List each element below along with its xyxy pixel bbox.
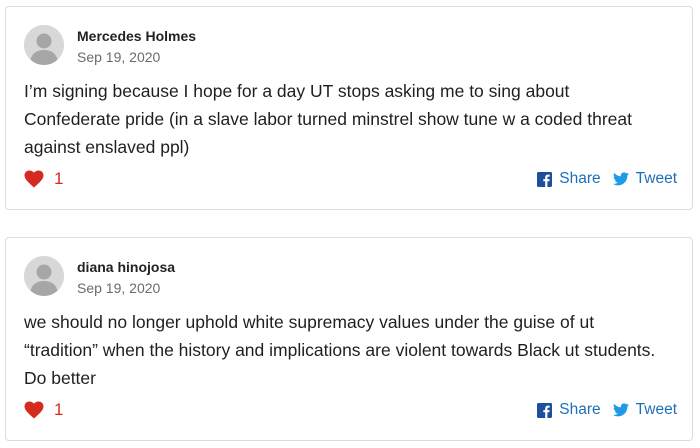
facebook-share-button[interactable]: Share: [537, 401, 601, 419]
comment-text-line: I’m signing because I hope for a day UT …: [24, 81, 570, 101]
facebook-share-button[interactable]: Share: [537, 170, 601, 188]
comment-text-line: Confederate pride (in a slave labor turn…: [24, 109, 632, 129]
heart-icon: [24, 401, 44, 419]
heart-icon: [24, 170, 44, 188]
comment-card: Mercedes Holmes Sep 19, 2020 I’m signing…: [5, 6, 693, 210]
avatar: [24, 25, 64, 65]
tweet-label: Tweet: [635, 401, 677, 418]
share-actions: Share Tweet: [537, 167, 677, 191]
share-label: Share: [559, 170, 601, 187]
comment-card: diana hinojosa Sep 19, 2020 we should no…: [5, 237, 693, 441]
comment-date: Sep 19, 2020: [77, 49, 161, 65]
facebook-icon: [537, 171, 553, 187]
comment-text-line: against enslaved ppl): [24, 137, 190, 157]
share-label: Share: [559, 401, 601, 418]
twitter-bird-icon: [612, 403, 629, 417]
like-button[interactable]: 1: [24, 167, 63, 191]
like-button[interactable]: 1: [24, 398, 63, 422]
comment-text-line: we should no longer uphold white suprema…: [24, 312, 595, 332]
comment-author: Mercedes Holmes: [77, 28, 197, 44]
tweet-button[interactable]: Tweet: [612, 401, 677, 419]
comment-text: we should no longer uphold white suprema…: [24, 308, 684, 392]
facebook-icon: [537, 402, 553, 418]
avatar: [24, 256, 64, 296]
comment-text-line: “tradition” when the history and implica…: [24, 340, 656, 360]
tweet-button[interactable]: Tweet: [612, 170, 677, 188]
user-icon: [24, 256, 64, 296]
like-count: 1: [54, 169, 64, 188]
comment-author: diana hinojosa: [77, 259, 176, 275]
comment-date: Sep 19, 2020: [77, 280, 161, 296]
user-icon: [24, 25, 64, 65]
comment-text: I’m signing because I hope for a day UT …: [24, 77, 684, 161]
share-actions: Share Tweet: [537, 398, 677, 422]
like-count: 1: [54, 400, 64, 419]
twitter-bird-icon: [612, 172, 629, 186]
tweet-label: Tweet: [635, 170, 677, 187]
comment-text-line: Do better: [24, 368, 96, 388]
